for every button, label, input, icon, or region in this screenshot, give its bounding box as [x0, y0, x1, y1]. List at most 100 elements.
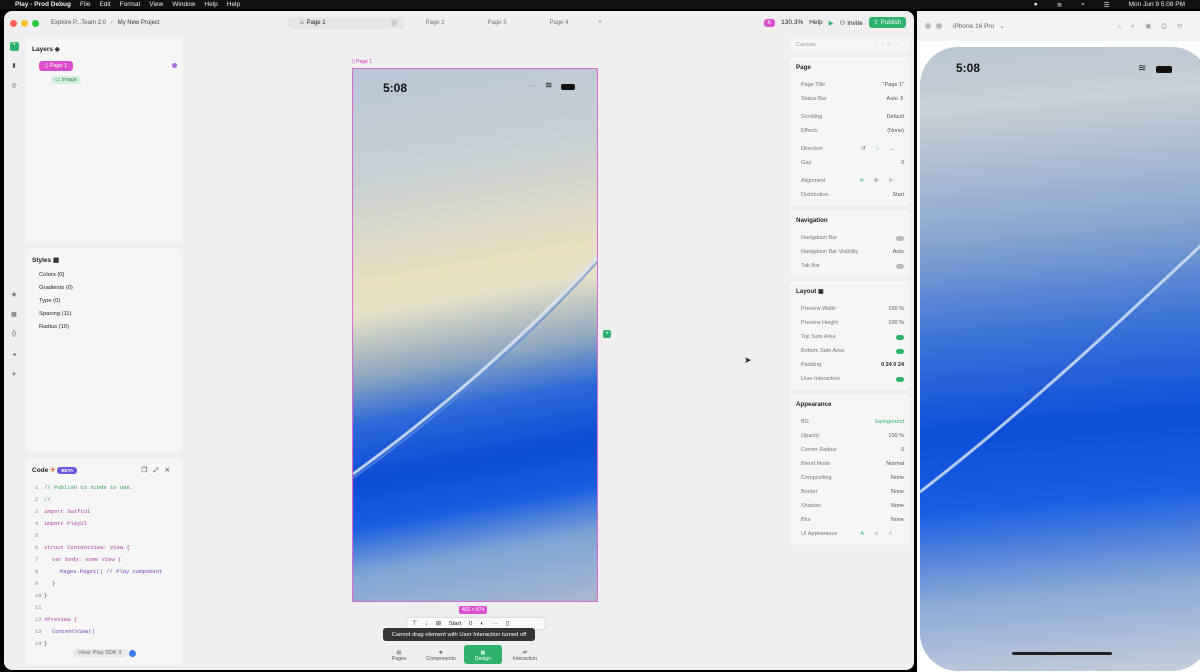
- style-type[interactable]: Type (0): [39, 298, 183, 304]
- row-preview-height[interactable]: Preview Height 100 %: [790, 316, 910, 330]
- row-preview-width[interactable]: Preview Width 100 %: [790, 302, 910, 316]
- zoom-window-button[interactable]: [32, 19, 39, 27]
- avatar[interactable]: K: [763, 18, 776, 27]
- wifi-icon[interactable]: ≋: [1057, 1, 1062, 9]
- row-distribution[interactable]: Distribution Start: [790, 188, 910, 202]
- menu-format[interactable]: Format: [120, 1, 141, 8]
- book-icon[interactable]: ▮: [10, 62, 19, 71]
- send-icon[interactable]: ◂: [10, 351, 19, 360]
- gap-value[interactable]: 0: [469, 621, 472, 627]
- layers-icon[interactable]: ◈: [10, 291, 19, 300]
- row-gap[interactable]: Gap 0: [790, 156, 910, 170]
- row-tab-bar[interactable]: Tab Bar: [790, 259, 910, 273]
- record-icon[interactable]: ●: [1034, 1, 1038, 8]
- help-button[interactable]: Help: [809, 19, 822, 26]
- layer-image[interactable]: ▭ Image: [51, 76, 183, 84]
- row-page-title[interactable]: Page Title "Page 1": [790, 78, 910, 92]
- device-icon[interactable]: ▯: [506, 621, 509, 627]
- breadcrumb-team[interactable]: Explore P...Team 2.0: [51, 20, 106, 26]
- row-nav-visibility[interactable]: Navigation Bar Visibility Auto: [790, 245, 910, 259]
- row-alignment[interactable]: Alignment ⊫⊪⊩: [790, 174, 910, 188]
- add-icon[interactable]: +: [9, 42, 19, 51]
- menu-help[interactable]: Help: [204, 1, 217, 8]
- sim-close-button[interactable]: [925, 23, 931, 29]
- row-blend-mode[interactable]: Blend Mode Normal: [790, 457, 910, 471]
- menu-window[interactable]: Window: [172, 1, 195, 8]
- canvas-page-frame[interactable]: 5:08 ···· ≋: [352, 68, 598, 602]
- play-icon[interactable]: ▶: [829, 19, 834, 27]
- row-border[interactable]: Border None: [790, 485, 910, 499]
- ui-appearance-options[interactable]: A☼☾: [860, 531, 904, 537]
- tab-page-1[interactable]: ⌂ Page 1 ⛓: [288, 17, 404, 29]
- row-blur[interactable]: Blur None: [790, 513, 910, 527]
- nav-interaction[interactable]: ⇄ Interaction: [506, 645, 544, 664]
- alignment-icons[interactable]: ⊫⊪⊩: [860, 178, 904, 184]
- row-padding[interactable]: Padding 0 24 0 24: [790, 358, 910, 372]
- style-radius[interactable]: Radius (10): [39, 324, 183, 330]
- start-select[interactable]: Start: [449, 621, 461, 627]
- toggle-switch[interactable]: [896, 348, 904, 354]
- tab-page-2[interactable]: Page 2: [404, 17, 466, 29]
- nav-components[interactable]: ❖ Components: [422, 645, 460, 664]
- arrow-down-icon[interactable]: ↓: [425, 621, 428, 627]
- grid-icon[interactable]: ▦: [10, 311, 19, 320]
- layer-page-1[interactable]: ▯ Page 1: [39, 61, 183, 71]
- toggle-icon[interactable]: ◐: [480, 621, 484, 627]
- info-icon[interactable]: [129, 650, 136, 657]
- row-navigation-bar[interactable]: Navigation Bar: [790, 231, 910, 245]
- moon-icon[interactable]: ☾: [889, 531, 904, 537]
- close-icon[interactable]: ✕: [165, 467, 176, 474]
- close-window-button[interactable]: [10, 19, 17, 27]
- device-name[interactable]: iPhone 16 Pro: [953, 23, 994, 30]
- style-gradients[interactable]: Gradients (0): [39, 285, 183, 291]
- toggle-switch[interactable]: [896, 334, 904, 340]
- style-colors[interactable]: Colors (0): [39, 272, 183, 278]
- globe-icon[interactable]: ◎: [10, 82, 19, 91]
- menu-help-2[interactable]: Help: [227, 1, 240, 8]
- align-top-icon[interactable]: ⊤: [412, 621, 417, 627]
- add-tab-button[interactable]: +: [590, 17, 610, 29]
- row-user-interaction[interactable]: User Interaction: [790, 372, 910, 386]
- row-status-bar[interactable]: Status Bar Auto ⇕: [790, 92, 910, 106]
- search-icon[interactable]: ⌕: [1081, 1, 1085, 9]
- toggle-switch[interactable]: [896, 263, 904, 269]
- row-compositing[interactable]: Compositing None: [790, 471, 910, 485]
- menu-file[interactable]: File: [80, 1, 90, 8]
- row-bottom-safe-area[interactable]: Bottom Safe Area: [790, 344, 910, 358]
- tab-page-3[interactable]: Page 3: [466, 17, 528, 29]
- row-corner-radius[interactable]: Corner Radius 0: [790, 443, 910, 457]
- chevron-down-icon[interactable]: ⌄: [999, 22, 1004, 30]
- add-element-button[interactable]: +: [603, 330, 611, 338]
- distribute-icon[interactable]: ⊞: [436, 621, 441, 627]
- sim-minimize-button[interactable]: [936, 23, 942, 29]
- control-center-icon[interactable]: ☰: [1104, 1, 1110, 9]
- toggle-switch[interactable]: [896, 235, 904, 241]
- menu-clock[interactable]: Mon Jun 9 5:08 PM: [1129, 1, 1185, 8]
- more-icon[interactable]: ···: [492, 621, 498, 627]
- row-effects[interactable]: Effects (None): [790, 124, 910, 138]
- toggle-switch[interactable]: [896, 376, 904, 382]
- row-opacity[interactable]: Opacity 100 %: [790, 429, 910, 443]
- menu-edit[interactable]: Edit: [99, 1, 110, 8]
- view-select[interactable]: View: Play SDK ⇕: [73, 649, 128, 657]
- publish-button[interactable]: ⇪ Publish: [868, 17, 906, 28]
- app-menu[interactable]: Play - Prod Debug: [15, 1, 71, 8]
- copy-icon[interactable]: ❐: [142, 467, 154, 474]
- braces-icon[interactable]: {}: [10, 331, 19, 340]
- nav-pages[interactable]: ▤ Pages: [380, 645, 418, 664]
- breadcrumb-project[interactable]: My New Project: [118, 20, 160, 26]
- sim-toolbar-icons[interactable]: ⌂◐▣⎙⟲: [1117, 22, 1192, 31]
- simulator-screen[interactable]: 5:08 ≋: [920, 47, 1200, 671]
- zoom-level[interactable]: 130.3%: [781, 19, 803, 26]
- row-shadow[interactable]: Shadow None: [790, 499, 910, 513]
- menu-view[interactable]: View: [149, 1, 163, 8]
- row-ui-appearance[interactable]: UI Appearance A☼☾: [790, 527, 910, 541]
- auto-appearance-option[interactable]: A: [860, 531, 874, 537]
- tab-page-4[interactable]: Page 4: [528, 17, 590, 29]
- row-bg[interactable]: BG background: [790, 415, 910, 429]
- direction-icons[interactable]: ↺↓→: [861, 146, 904, 152]
- style-spacing[interactable]: Spacing (11): [39, 311, 183, 317]
- minimize-window-button[interactable]: [21, 19, 28, 27]
- nav-design[interactable]: ▦ Design: [464, 645, 502, 664]
- invite-button[interactable]: ⚇ Invite: [840, 19, 863, 27]
